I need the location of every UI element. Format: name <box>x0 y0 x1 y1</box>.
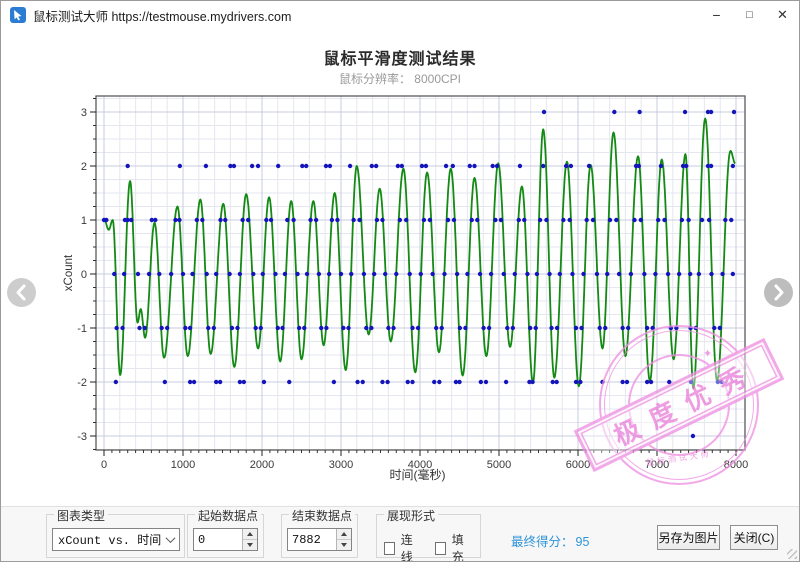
end-point-label: 结束数据点 <box>289 507 355 524</box>
svg-text:-2: -2 <box>77 377 87 389</box>
end-point-group: 结束数据点 <box>281 514 358 558</box>
svg-text:0: 0 <box>101 459 107 471</box>
end-point-input[interactable] <box>288 529 336 550</box>
spin-down-icon[interactable] <box>243 539 257 550</box>
svg-text:0: 0 <box>81 269 87 281</box>
chevron-right-icon <box>764 278 793 307</box>
title-bar: 鼠标测试大师 https://testmouse.mydrivers.com −… <box>1 1 799 29</box>
checkbox-connect-line[interactable] <box>384 542 395 555</box>
chart-type-value: xCount vs. 时间 <box>53 531 161 548</box>
svg-text:8000: 8000 <box>724 459 748 471</box>
svg-text:-1: -1 <box>77 323 87 335</box>
svg-text:2: 2 <box>81 161 87 173</box>
svg-text:1000: 1000 <box>171 459 195 471</box>
svg-text:3: 3 <box>81 107 87 119</box>
window-title: 鼠标测试大师 https://testmouse.mydrivers.com <box>33 6 291 25</box>
prev-chart-button[interactable] <box>7 278 36 307</box>
final-score-label: 最终得分： <box>511 535 574 549</box>
svg-text:6000: 6000 <box>566 459 590 471</box>
chart-type-select[interactable]: xCount vs. 时间 <box>52 528 180 551</box>
maximize-icon[interactable]: □ <box>733 1 766 29</box>
final-score: 最终得分：95 <box>511 531 589 550</box>
bottom-toolbar: 图表类型 xCount vs. 时间 起始数据点 结束数据点 <box>1 506 799 561</box>
svg-text:5000: 5000 <box>487 459 511 471</box>
chart-type-label: 图表类型 <box>54 507 108 524</box>
svg-text:2000: 2000 <box>250 459 274 471</box>
checkbox-fill-label: 填充 <box>452 531 471 562</box>
svg-text:时间(毫秒): 时间(毫秒) <box>390 467 446 482</box>
svg-text:7000: 7000 <box>645 459 669 471</box>
display-form-label: 展现形式 <box>384 507 438 524</box>
spin-down-icon[interactable] <box>337 539 351 550</box>
spin-up-icon[interactable] <box>243 529 257 539</box>
chart-subtitle: 鼠标分辨率： 8000CPI <box>1 70 799 87</box>
resize-grip[interactable] <box>787 549 797 559</box>
chart-type-group: 图表类型 xCount vs. 时间 <box>46 514 185 558</box>
chevron-down-icon <box>161 536 179 543</box>
svg-text:1: 1 <box>81 215 87 227</box>
close-button[interactable]: 关闭(C) <box>730 525 778 550</box>
start-point-label: 起始数据点 <box>195 507 261 524</box>
start-point-group: 起始数据点 <box>187 514 264 558</box>
start-point-input[interactable] <box>194 529 242 550</box>
final-score-value: 95 <box>576 535 590 549</box>
checkbox-connect-line-label: 连线 <box>401 531 420 562</box>
svg-text:xCount: xCount <box>63 254 75 291</box>
spin-up-icon[interactable] <box>337 529 351 539</box>
chart-title: 鼠标平滑度测试结果 <box>1 45 799 69</box>
minimize-icon[interactable]: − <box>700 1 733 29</box>
svg-text:-3: -3 <box>77 431 87 443</box>
close-icon[interactable]: ✕ <box>766 1 799 29</box>
app-window: 0100020003000400050006000700080003210-1-… <box>0 0 800 562</box>
save-as-image-button[interactable]: 另存为图片 <box>657 525 720 550</box>
checkbox-fill[interactable] <box>435 542 446 555</box>
app-logo-icon <box>10 7 26 23</box>
chevron-left-icon <box>7 278 36 307</box>
display-form-group: 展现形式 连线 填充 <box>376 514 481 558</box>
svg-text:3000: 3000 <box>329 459 353 471</box>
next-chart-button[interactable] <box>764 278 793 307</box>
